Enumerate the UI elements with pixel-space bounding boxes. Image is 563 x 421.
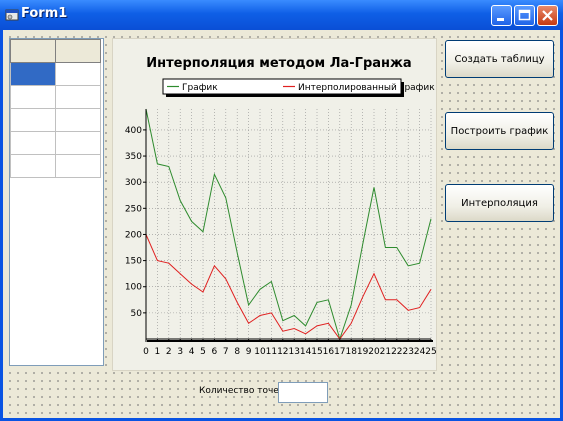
x-tick-label: 15 xyxy=(311,347,322,357)
x-tick-label: 4 xyxy=(189,347,195,357)
x-tick-label: 25 xyxy=(425,347,436,357)
grid-cell[interactable] xyxy=(10,85,56,109)
x-tick-label: 22 xyxy=(391,347,402,357)
x-tick-label: 17 xyxy=(334,347,345,357)
grid-cell-selected[interactable] xyxy=(10,62,56,86)
grid-row[interactable] xyxy=(10,154,101,178)
grid-cell[interactable] xyxy=(55,131,101,155)
points-count-input[interactable] xyxy=(278,382,328,403)
maximize-button[interactable] xyxy=(514,5,535,26)
x-tick-label: 7 xyxy=(223,347,229,357)
plot-background xyxy=(146,109,431,339)
data-grid[interactable] xyxy=(9,38,104,366)
grid-header-cell[interactable] xyxy=(55,39,101,63)
legend-label-original: График xyxy=(182,83,218,93)
x-tick-label: 24 xyxy=(414,347,426,357)
x-tick-label: 23 xyxy=(402,347,413,357)
close-icon xyxy=(542,10,553,21)
plot-area: 501001502002503003504000 1 2 3 4 5 6 7 8 9 10 11 12 1… xyxy=(125,108,437,357)
grid-cell[interactable] xyxy=(10,108,56,132)
x-tick-label: 16 xyxy=(323,347,335,357)
x-tick-label: 10 xyxy=(254,347,266,357)
x-tick-label: 8 xyxy=(234,347,240,357)
minimize-icon xyxy=(497,18,504,21)
y-tick-label: 350 xyxy=(125,152,142,162)
grid-cell[interactable] xyxy=(10,154,56,178)
create-table-button[interactable]: Создать таблицу xyxy=(445,40,554,78)
y-tick-label: 300 xyxy=(125,178,142,188)
legend-shadow-bottom xyxy=(166,94,404,97)
y-tick-label: 200 xyxy=(125,230,142,240)
y-tick-label: 400 xyxy=(125,126,142,136)
points-count-label: Количество точек: xyxy=(199,386,288,396)
main-window: Form1 Интерполяция методом Ла-Гранжа Гра… xyxy=(0,0,563,421)
chart-title: Интерполяция методом Ла-Гранжа xyxy=(146,56,411,71)
interpolate-button[interactable]: Интерполяция xyxy=(445,184,554,222)
close-button[interactable] xyxy=(537,5,558,26)
x-tick-label: 19 xyxy=(357,347,369,357)
legend-label-interpolated: Интерполированный график xyxy=(298,83,435,93)
maximize-icon xyxy=(518,9,531,21)
x-tick-label: 20 xyxy=(368,347,380,357)
grid-row[interactable] xyxy=(10,108,101,132)
interpolation-chart: Интерполяция методом Ла-Гранжа График Ин… xyxy=(125,56,437,357)
grid-row[interactable] xyxy=(10,85,101,109)
y-tick-label: 100 xyxy=(125,283,142,293)
x-tick-label: 5 xyxy=(200,347,206,357)
app-icon xyxy=(5,9,19,21)
chart-panel: Интерполяция методом Ла-Гранжа График Ин… xyxy=(112,38,437,371)
grid-cell[interactable] xyxy=(10,131,56,155)
y-tick-label: 50 xyxy=(131,309,143,319)
grid-row[interactable] xyxy=(10,131,101,155)
grid-cell[interactable] xyxy=(55,62,101,86)
title-bar[interactable]: Form1 xyxy=(0,0,563,30)
y-tick-label: 250 xyxy=(125,204,142,214)
grid-header-row xyxy=(10,39,101,63)
x-tick-label: 9 xyxy=(246,347,252,357)
x-tick-label: 3 xyxy=(177,347,183,357)
minimize-button[interactable] xyxy=(491,5,512,26)
grid-cell[interactable] xyxy=(55,85,101,109)
grid-cell[interactable] xyxy=(55,154,101,178)
data-grid-table xyxy=(10,39,101,178)
build-chart-button[interactable]: Построить график xyxy=(445,112,554,150)
x-tick-label: 14 xyxy=(300,347,312,357)
grid-row[interactable] xyxy=(10,62,101,86)
form-client-area: Интерполяция методом Ла-Гранжа График Ин… xyxy=(3,30,560,418)
x-tick-label: 13 xyxy=(288,347,299,357)
x-tick-label: 2 xyxy=(166,347,172,357)
x-tick-label: 18 xyxy=(345,347,357,357)
x-tick-label: 11 xyxy=(266,347,277,357)
window-title: Form1 xyxy=(21,6,68,21)
x-tick-label: 12 xyxy=(277,347,288,357)
x-tick-label: 21 xyxy=(380,347,391,357)
x-tick-label: 6 xyxy=(212,347,218,357)
x-tick-label: 1 xyxy=(155,347,161,357)
grid-header-cell[interactable] xyxy=(10,39,56,63)
x-tick-label: 0 xyxy=(143,347,149,357)
y-tick-label: 150 xyxy=(125,257,142,267)
grid-cell[interactable] xyxy=(55,108,101,132)
